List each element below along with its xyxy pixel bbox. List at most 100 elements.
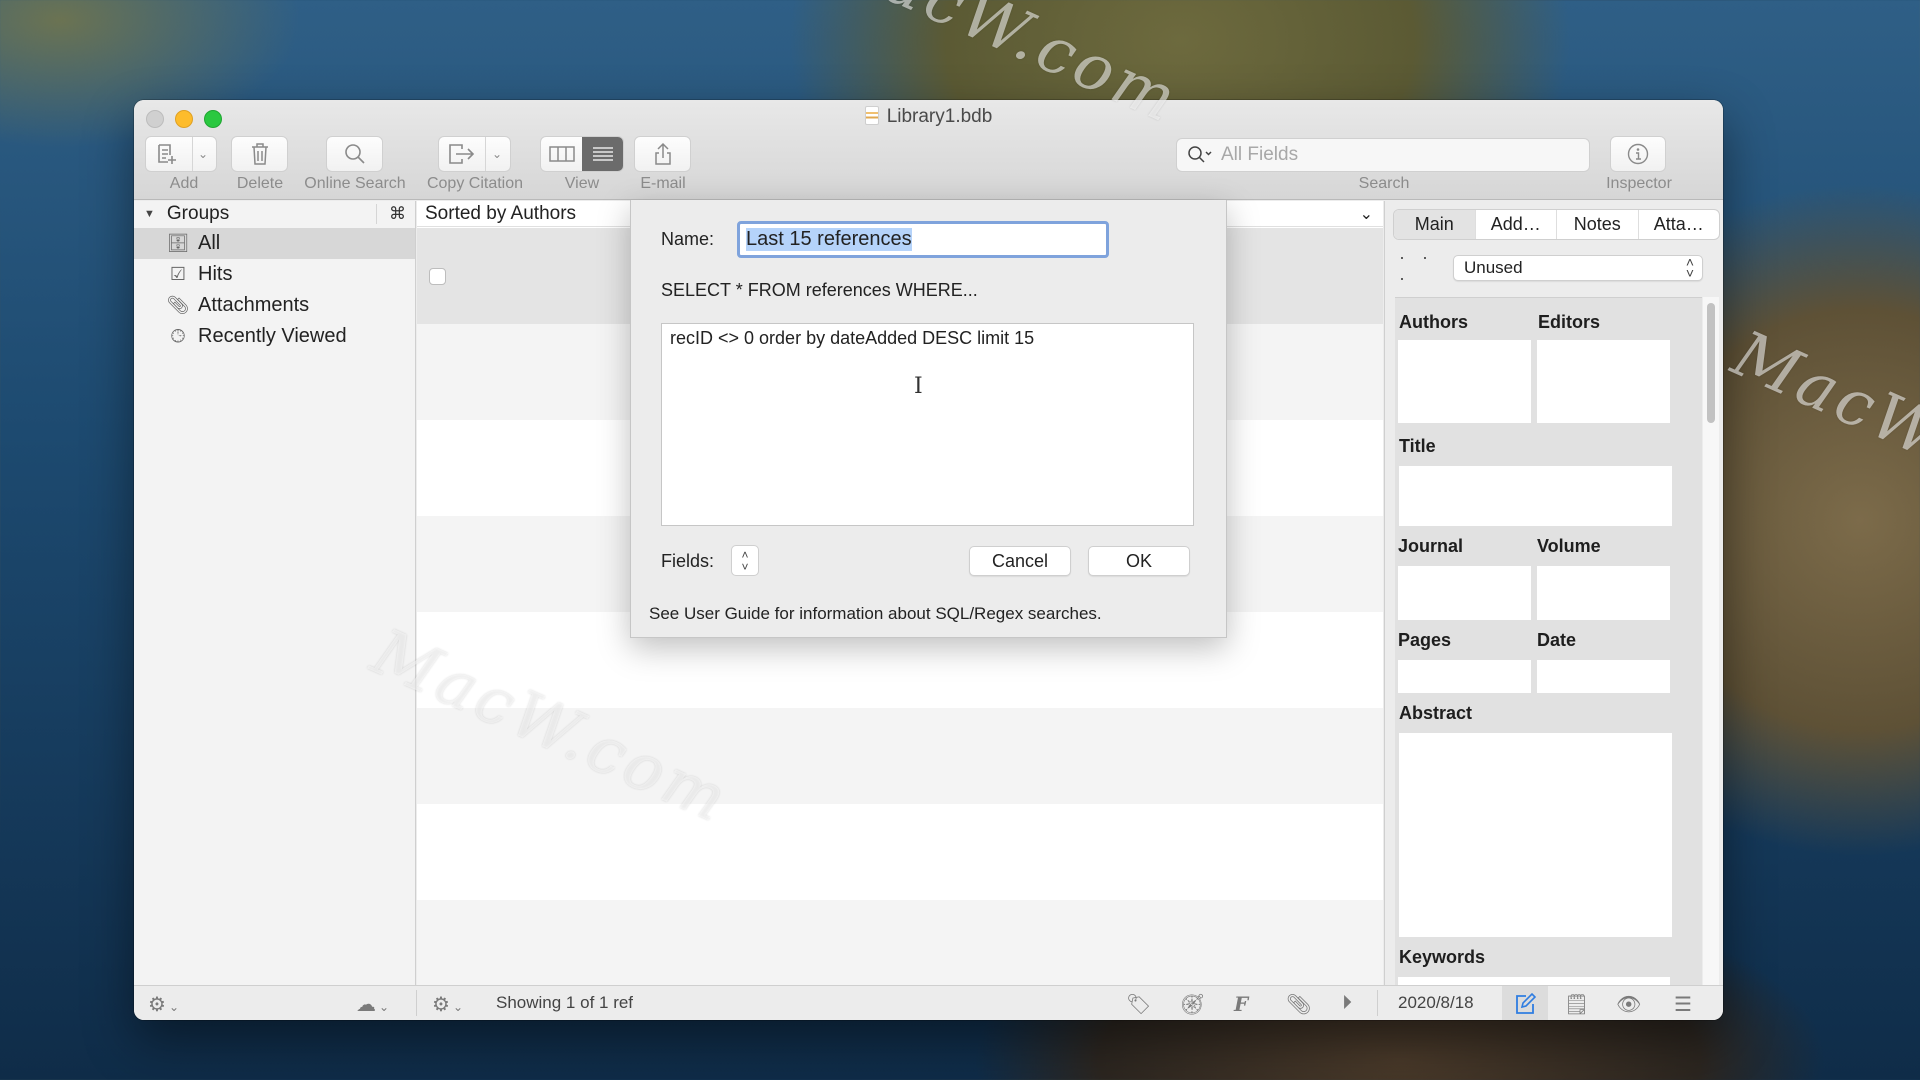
app-window: Library1.bdb ⌄ Add Delete Online Search <box>134 100 1723 1020</box>
search-input[interactable]: All Fields <box>1176 138 1590 172</box>
sidebar-item-recently-viewed[interactable]: 🕒︎ Recently Viewed <box>134 321 415 352</box>
ok-button[interactable]: OK <box>1088 546 1190 576</box>
view-segmented-control <box>540 136 624 172</box>
command-key-icon[interactable]: ⌘ <box>389 204 406 224</box>
journal-field[interactable] <box>1398 566 1531 620</box>
publication-type-row: · · · Unused ˄ ˅ <box>1393 247 1720 288</box>
help-text: See User Guide for information about SQL… <box>649 604 1102 623</box>
status-text: Showing 1 of 1 ref <box>496 993 634 1012</box>
authors-field[interactable] <box>1398 340 1531 423</box>
magnifier-icon <box>344 144 365 164</box>
copy-citation-label: Copy Citation <box>426 175 524 192</box>
library-icon: 🗄 <box>166 233 190 253</box>
cancel-button[interactable]: Cancel <box>969 546 1071 576</box>
divider <box>1377 990 1378 1016</box>
volume-label: Volume <box>1537 536 1601 556</box>
inspector-scrollbar[interactable] <box>1703 297 1719 985</box>
sql-query-textarea[interactable]: recID <> 0 order by dateAdded DESC limit… <box>661 323 1194 526</box>
email-button[interactable] <box>634 136 691 172</box>
cloud-menu-icon[interactable]: ☁︎ ⌄ <box>356 992 389 1017</box>
list-lines-icon <box>592 147 613 161</box>
tab-additional[interactable]: Add… <box>1476 210 1557 239</box>
note-icon[interactable]: 🗒︎ <box>1564 992 1589 1017</box>
view-label: View <box>564 175 600 192</box>
search-placeholder: All Fields <box>1221 144 1299 165</box>
abstract-label: Abstract <box>1399 703 1473 723</box>
sql-query-text: recID <> 0 order by dateAdded DESC limit… <box>670 328 1035 348</box>
row-checkbox[interactable] <box>429 268 446 285</box>
scrollbar-thumb[interactable] <box>1707 303 1715 423</box>
date-field[interactable] <box>1537 660 1670 693</box>
name-label: Name: <box>661 229 715 249</box>
inspector-panel: Main Add… Notes Atta… · · · Unused ˄ ˅ Au… <box>1384 201 1723 986</box>
pages-label: Pages <box>1398 630 1452 650</box>
add-label: Add <box>169 175 199 192</box>
updown-chevron-icon: ˄ ˅ <box>741 548 749 574</box>
online-search-button[interactable] <box>326 136 383 172</box>
add-menu-chevron-icon[interactable]: ⌄ <box>198 147 208 161</box>
paperclip-icon[interactable]: 📎︎ <box>1286 992 1311 1017</box>
editors-label: Editors <box>1538 312 1601 332</box>
view-list-button[interactable] <box>582 137 623 171</box>
delete-button[interactable] <box>231 136 288 172</box>
publication-type-value: Unused <box>1464 258 1523 277</box>
disclosure-triangle-icon[interactable]: ▼ <box>144 208 155 220</box>
groups-sidebar: ▼ Groups ⌘ 🗄 All ☑ Hits 📎︎ Attachments 🕒… <box>134 201 416 985</box>
sidebar-item-label: Recently Viewed <box>198 325 347 347</box>
clock-icon: 🕒︎ <box>170 326 186 346</box>
title-field[interactable] <box>1399 466 1672 526</box>
add-publication-icon <box>158 144 176 164</box>
tab-notes[interactable]: Notes <box>1557 210 1639 239</box>
copy-citation-button[interactable]: ⌄ <box>438 136 511 172</box>
more-options-button[interactable]: · · · <box>1393 247 1453 289</box>
query-prefix-label: SELECT * FROM references WHERE... <box>661 280 978 300</box>
empty-row <box>417 900 1383 996</box>
window-title-text: Library1.bdb <box>886 106 993 127</box>
name-input-value: Last 15 references <box>746 228 912 251</box>
copy-citation-chevron-icon[interactable]: ⌄ <box>492 147 502 161</box>
sort-chevron-icon[interactable]: ⌄ <box>1360 204 1373 224</box>
volume-field[interactable] <box>1537 566 1670 620</box>
list-gear-menu-icon[interactable]: ⚙ ⌄ <box>432 992 463 1017</box>
journal-label: Journal <box>1398 536 1464 556</box>
trash-icon <box>251 143 268 165</box>
smart-group-sheet: Name: Last 15 references SELECT * FROM r… <box>630 200 1227 638</box>
publication-type-select[interactable]: Unused ˄ ˅ <box>1453 255 1703 281</box>
list-bullets-icon[interactable]: ☰ <box>1674 992 1692 1017</box>
tab-attachments[interactable]: Atta… <box>1639 210 1720 239</box>
eye-icon[interactable]: 👁︎ <box>1616 992 1641 1017</box>
sidebar-item-attachments[interactable]: 📎︎ Attachments <box>134 290 415 321</box>
sidebar-gear-menu-icon[interactable]: ⚙ ⌄ <box>148 992 179 1017</box>
sidebar-item-label: Attachments <box>198 294 310 316</box>
groups-header[interactable]: ▼ Groups ⌘ <box>134 201 415 227</box>
columns-icon <box>548 146 575 162</box>
groups-header-label: Groups <box>166 203 230 224</box>
edit-pencil-icon <box>1516 992 1536 1014</box>
sidebar-item-label: Hits <box>198 263 233 285</box>
tab-main[interactable]: Main <box>1394 210 1476 239</box>
pages-field[interactable] <box>1398 660 1531 693</box>
sidebar-item-hits[interactable]: ☑ Hits <box>134 259 415 290</box>
fields-popup-button[interactable]: ˄ ˅ <box>731 545 759 576</box>
sort-header-label: Sorted by Authors <box>425 202 577 224</box>
edit-mode-button[interactable] <box>1502 986 1548 1020</box>
name-input[interactable]: Last 15 references <box>737 221 1109 258</box>
inspector-tabs: Main Add… Notes Atta… <box>1393 209 1720 240</box>
play-icon[interactable]: ⏵︎ <box>1342 992 1352 1015</box>
date-added: 2020/8/18 <box>1398 993 1474 1012</box>
document-icon <box>864 106 879 125</box>
search-scope-icon[interactable] <box>1187 145 1215 165</box>
status-bar: ⚙ ⌄ ☁︎ ⌄ ⚙ ⌄ Showing 1 of 1 ref 🏷︎ 🧭︎ F 📎︎ … <box>134 985 1723 1020</box>
sidebar-item-all[interactable]: 🗄 All <box>134 228 415 259</box>
abstract-field[interactable] <box>1399 733 1672 937</box>
inspector-button[interactable] <box>1610 136 1666 172</box>
text-cursor-icon: I <box>914 374 923 399</box>
font-f-icon[interactable]: F <box>1234 992 1248 1016</box>
empty-row <box>417 708 1383 804</box>
tag-icon[interactable]: 🏷︎ <box>1126 992 1151 1017</box>
compass-icon[interactable]: 🧭︎ <box>1180 992 1205 1017</box>
editors-field[interactable] <box>1537 340 1670 423</box>
add-button[interactable]: ⌄ <box>145 136 217 172</box>
email-label: E-mail <box>640 175 686 192</box>
view-columns-button[interactable] <box>541 137 582 171</box>
